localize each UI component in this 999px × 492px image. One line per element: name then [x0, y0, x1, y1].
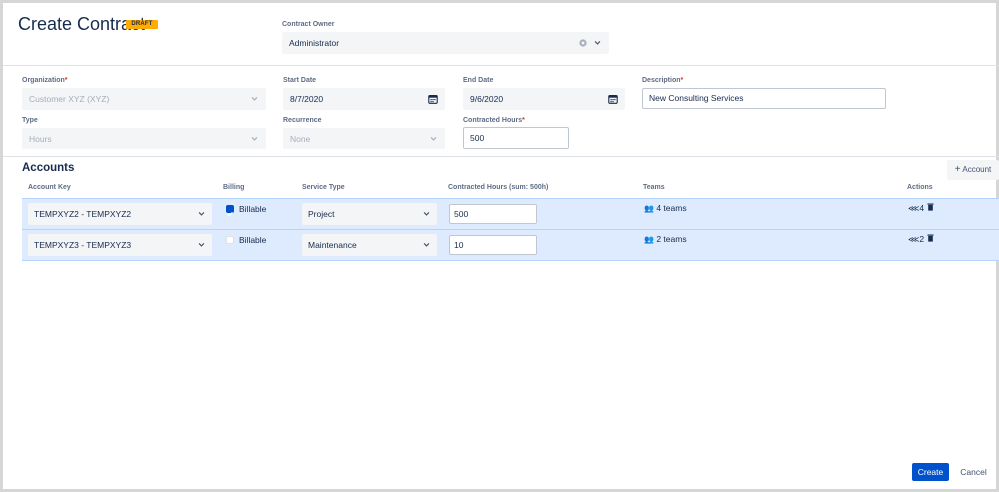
chevron-down-icon	[198, 212, 205, 216]
col-actions: Actions	[907, 184, 933, 191]
hours-input[interactable]: 10	[449, 235, 537, 255]
service-type-select[interactable]: Maintenance	[302, 234, 437, 256]
billable-checkbox[interactable]	[226, 205, 234, 217]
trash-icon[interactable]	[927, 203, 934, 211]
chevron-down-icon	[430, 137, 437, 141]
billable-label: Billable	[239, 204, 267, 214]
actions-cell: ⋘4	[908, 203, 934, 213]
hours-input[interactable]: 500	[449, 204, 537, 224]
users-icon: 👥	[644, 235, 654, 244]
billable-checkbox[interactable]	[226, 236, 234, 244]
chevron-down-icon	[594, 41, 601, 45]
organization-select[interactable]: Customer XYZ (XYZ)	[22, 88, 266, 110]
recurrence-select[interactable]: None	[283, 128, 445, 149]
trash-icon[interactable]	[927, 234, 934, 242]
description-label: Description*	[642, 77, 684, 84]
col-account-key: Account Key	[28, 184, 71, 191]
create-button[interactable]: Create	[912, 463, 949, 481]
billable-label: Billable	[239, 235, 267, 245]
check-icon	[227, 211, 233, 217]
type-label: Type	[22, 117, 38, 124]
contracted-hours-value: 500	[470, 133, 485, 143]
recurrence-value: None	[290, 134, 311, 144]
users-icon: 👥	[644, 204, 654, 213]
chevron-down-icon	[423, 243, 430, 247]
window-frame: Create Contract DRAFT Contract Owner Adm…	[0, 0, 999, 492]
account-key-select[interactable]: TEMPXYZ2 - TEMPXYZ2	[28, 203, 212, 225]
cancel-button[interactable]: Cancel	[955, 463, 992, 481]
calendar-icon[interactable]	[608, 94, 618, 104]
clear-icon[interactable]	[579, 39, 587, 47]
chevron-down-icon	[251, 137, 258, 141]
start-date-input[interactable]: 8/7/2020	[283, 88, 445, 110]
account-key-select[interactable]: TEMPXYZ3 - TEMPXYZ3	[28, 234, 212, 256]
actions-cell: ⋘2	[908, 234, 934, 244]
status-badge: DRAFT	[126, 20, 158, 29]
organization-value: Customer XYZ (XYZ)	[29, 94, 110, 104]
service-type-select[interactable]: Project	[302, 203, 437, 225]
col-teams: Teams	[643, 184, 665, 191]
col-contracted-hours: Contracted Hours (sum: 500h)	[448, 184, 549, 191]
add-account-button[interactable]: + Account	[947, 160, 999, 180]
section-divider	[3, 156, 999, 157]
contract-owner-value: Administrator	[289, 38, 340, 48]
end-date-value: 9/6/2020	[470, 94, 504, 104]
chevron-down-icon	[198, 243, 205, 247]
type-value: Hours	[29, 134, 52, 144]
description-value: New Consulting Services	[649, 93, 744, 103]
start-date-value: 8/7/2020	[290, 94, 324, 104]
header-divider	[3, 65, 999, 66]
calendar-icon[interactable]	[428, 94, 438, 104]
contract-owner-label: Contract Owner	[282, 21, 335, 28]
share-icon[interactable]: ⋘	[908, 204, 919, 213]
end-date-input[interactable]: 9/6/2020	[463, 88, 625, 110]
teams-cell[interactable]: 👥 2 teams	[644, 234, 687, 244]
col-billing: Billing	[223, 184, 245, 191]
contracted-hours-input[interactable]: 500	[463, 127, 569, 149]
col-service-type: Service Type	[302, 184, 345, 191]
chevron-down-icon	[423, 212, 430, 216]
teams-cell[interactable]: 👥 4 teams	[644, 203, 687, 213]
row-border	[22, 260, 999, 261]
type-select[interactable]: Hours	[22, 128, 266, 149]
accounts-title: Accounts	[22, 162, 75, 174]
organization-label: Organization*	[22, 77, 68, 84]
contract-owner-select[interactable]: Administrator	[282, 32, 609, 54]
chevron-down-icon	[251, 97, 258, 101]
contracted-hours-label: Contracted Hours*	[463, 117, 525, 124]
recurrence-label: Recurrence	[283, 117, 322, 124]
description-input[interactable]: New Consulting Services	[642, 88, 886, 109]
plus-icon: +	[954, 164, 961, 175]
start-date-label: Start Date	[283, 77, 317, 84]
end-date-label: End Date	[463, 77, 494, 84]
share-icon[interactable]: ⋘	[908, 235, 919, 244]
